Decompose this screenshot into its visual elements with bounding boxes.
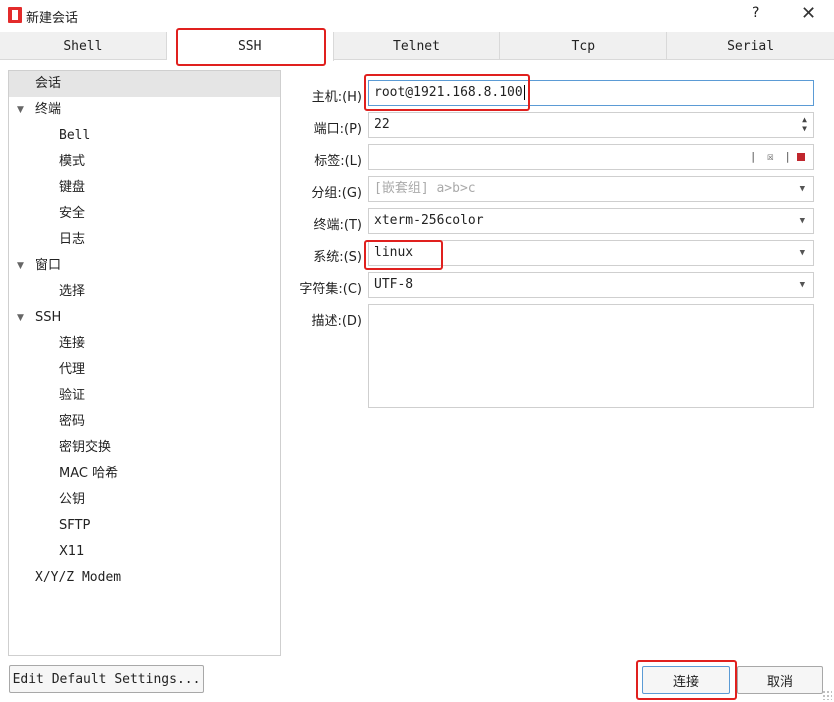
terminal-label: 终端:(T) — [313, 218, 362, 233]
chevron-down-icon[interactable]: ▼ — [800, 177, 805, 201]
tree-item-bell[interactable]: Bell — [9, 123, 280, 149]
window-title: 新建会话 — [26, 11, 79, 26]
tree-item-keyboard[interactable]: 键盘 — [9, 175, 280, 201]
charset-label: 字符集:(C) — [299, 282, 362, 297]
port-label: 端口:(P) — [313, 122, 362, 137]
port-value: 22 — [374, 117, 390, 132]
tree-item-ssh[interactable]: ▼ SSH — [9, 305, 280, 331]
tab-telnet[interactable]: Telnet — [334, 32, 501, 60]
description-label: 描述:(D) — [311, 314, 362, 329]
system-select[interactable]: linux ▼ — [368, 240, 814, 266]
tag-label: 标签:(L) — [314, 154, 362, 169]
settings-tree: 会话 ▼ 终端 Bell 模式 键盘 安全 日志 ▼ 窗口 选择 ▼ SSH 连接 代… — [8, 70, 281, 656]
cancel-button[interactable]: 取消 — [737, 666, 823, 694]
tab-ssh[interactable]: SSH — [166, 32, 334, 61]
color-swatch-icon[interactable] — [797, 153, 805, 161]
help-button[interactable]: ? — [752, 5, 759, 21]
chevron-down-icon[interactable]: ▼ — [800, 209, 805, 233]
terminal-select[interactable]: xterm-256color ▼ — [368, 208, 814, 234]
resize-grip-icon[interactable] — [822, 690, 832, 700]
host-input[interactable]: root@1921.168.8.100 — [368, 80, 814, 106]
separator-icon: | — [749, 150, 759, 163]
tab-shell[interactable]: Shell — [0, 32, 167, 60]
terminal-value: xterm-256color — [374, 213, 484, 228]
tree-item-connection[interactable]: 连接 — [9, 331, 280, 357]
tree-item-session[interactable]: 会话 — [9, 71, 280, 97]
port-stepper[interactable]: 22 ▲ ▼ — [368, 112, 814, 138]
charset-value: UTF-8 — [374, 277, 414, 292]
close-button[interactable]: ✕ — [801, 3, 816, 24]
collapse-arrow-icon[interactable]: ▼ — [17, 97, 24, 123]
tree-item-mode[interactable]: 模式 — [9, 149, 280, 175]
tree-item-terminal[interactable]: ▼ 终端 — [9, 97, 280, 123]
collapse-arrow-icon[interactable]: ▼ — [17, 253, 24, 279]
separator-icon: | — [784, 150, 793, 163]
system-value: linux — [374, 245, 414, 260]
clear-box-icon[interactable]: ☒ — [767, 150, 776, 163]
tree-item-x11[interactable]: X11 — [9, 539, 280, 565]
protocol-tabs: Shell SSH Telnet Tcp Serial — [0, 32, 834, 61]
tree-item-selection[interactable]: 选择 — [9, 279, 280, 305]
group-label: 分组:(G) — [311, 186, 362, 201]
group-select[interactable]: [嵌套组] a>b>c ▼ — [368, 176, 814, 202]
title-bar: 新建会话 ? ✕ — [0, 0, 834, 32]
system-label: 系统:(S) — [313, 250, 362, 265]
spin-arrows-icon[interactable]: ▲ ▼ — [802, 115, 807, 133]
tree-item-window[interactable]: ▼ 窗口 — [9, 253, 280, 279]
tree-item-public-key[interactable]: 公钥 — [9, 487, 280, 513]
tree-item-label: 窗口 — [35, 258, 62, 273]
description-textarea[interactable] — [368, 304, 814, 408]
connect-button[interactable]: 连接 — [642, 666, 730, 694]
collapse-arrow-icon[interactable]: ▼ — [17, 305, 24, 331]
tab-serial[interactable]: Serial — [667, 32, 834, 60]
tag-input[interactable]: | ☒ | — [368, 144, 814, 170]
tree-item-mac-hash[interactable]: MAC 哈希 — [9, 461, 280, 487]
tree-item-label: 终端 — [35, 102, 62, 117]
chevron-down-icon[interactable]: ▼ — [800, 241, 805, 265]
tree-item-auth[interactable]: 验证 — [9, 383, 280, 409]
tag-tools: | ☒ | — [750, 145, 805, 169]
tree-item-key-exchange[interactable]: 密钥交换 — [9, 435, 280, 461]
tree-item-cipher[interactable]: 密码 — [9, 409, 280, 435]
tab-tcp[interactable]: Tcp — [500, 32, 668, 60]
tree-item-label: SSH — [35, 310, 62, 325]
tree-item-xyz-modem[interactable]: X/Y/Z Modem — [9, 565, 280, 591]
charset-select[interactable]: UTF-8 ▼ — [368, 272, 814, 298]
app-icon — [8, 7, 22, 23]
tree-item-sftp[interactable]: SFTP — [9, 513, 280, 539]
edit-default-settings-button[interactable]: Edit Default Settings... — [9, 665, 204, 693]
host-value: root@1921.168.8.100 — [374, 85, 523, 100]
group-placeholder: [嵌套组] a>b>c — [374, 181, 476, 196]
host-label: 主机:(H) — [311, 90, 362, 105]
tree-item-security[interactable]: 安全 — [9, 201, 280, 227]
chevron-down-icon[interactable]: ▼ — [800, 273, 805, 297]
tree-item-log[interactable]: 日志 — [9, 227, 280, 253]
tree-item-proxy[interactable]: 代理 — [9, 357, 280, 383]
